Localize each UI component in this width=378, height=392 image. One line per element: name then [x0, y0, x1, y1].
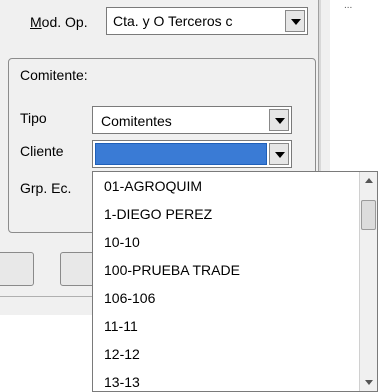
scrollbar-thumb[interactable] [361, 200, 376, 230]
button-fragment-left[interactable] [0, 252, 34, 286]
dropdown-scrollbar[interactable] [359, 172, 377, 391]
comitente-group-title: Comitente: [20, 67, 88, 83]
mod-op-select[interactable]: Cta. y O Terceros c [106, 7, 308, 35]
tipo-select[interactable]: Comitentes [92, 106, 292, 134]
mod-op-label-rest: od. Op. [41, 14, 88, 30]
tipo-value: Comitentes [101, 113, 172, 129]
mod-op-access-key: M [30, 14, 42, 30]
scroll-up-icon[interactable] [360, 172, 377, 190]
dropdown-items: 01-AGROQUIM 1-DIEGO PEREZ 10-10 100-PRUE… [93, 172, 361, 392]
list-item[interactable]: 12-12 [93, 340, 361, 368]
mod-op-label: Mod. Op. [30, 14, 88, 30]
list-item[interactable]: 100-PRUEBA TRADE [93, 256, 361, 284]
list-item[interactable]: 01-AGROQUIM [93, 172, 361, 200]
list-item[interactable]: 1-DIEGO PEREZ [93, 200, 361, 228]
chevron-down-icon[interactable] [269, 143, 289, 165]
tipo-label: Tipo [20, 110, 47, 126]
chevron-down-icon[interactable] [285, 10, 305, 32]
cliente-dropdown-list[interactable]: 01-AGROQUIM 1-DIEGO PEREZ 10-10 100-PRUE… [92, 171, 378, 392]
cliente-label: Cliente [20, 143, 64, 159]
chevron-down-icon[interactable] [269, 109, 289, 131]
list-item[interactable]: 13-13 [93, 368, 361, 392]
list-item[interactable]: 11-11 [93, 312, 361, 340]
scroll-down-icon[interactable] [360, 373, 377, 391]
cliente-select[interactable] [92, 140, 292, 168]
list-item[interactable]: 10-10 [93, 228, 361, 256]
cliente-selection-highlight [95, 143, 267, 165]
list-item[interactable]: 106-106 [93, 284, 361, 312]
mod-op-value: Cta. y O Terceros c [113, 13, 233, 29]
grp-ec-label: Grp. Ec. [20, 180, 72, 196]
clipped-text: ... [344, 0, 353, 11]
